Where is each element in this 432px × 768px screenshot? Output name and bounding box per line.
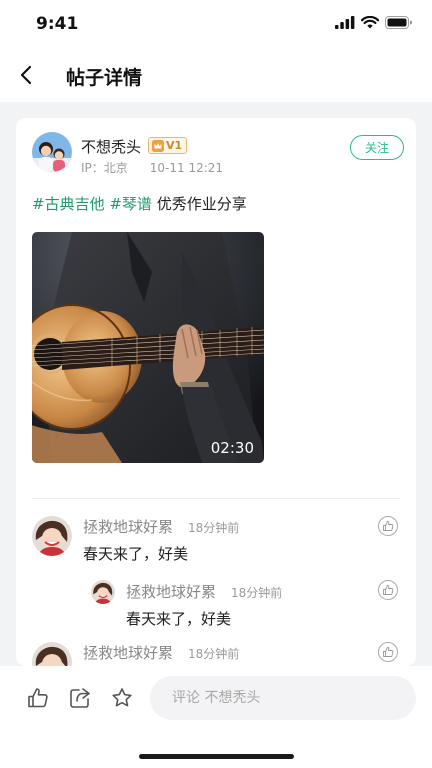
comment-text: 春天来了，好美	[126, 610, 232, 628]
thumbs-up-icon	[28, 688, 48, 708]
commenter-avatar[interactable]	[32, 642, 72, 666]
thumbs-up-icon	[383, 521, 394, 531]
comment-text: 春天来了，好美	[83, 545, 189, 563]
thumbs-up-icon	[383, 647, 394, 657]
favorite-button[interactable]	[110, 686, 134, 710]
status-icons	[335, 16, 412, 29]
video-duration: 02:30	[210, 439, 254, 457]
back-arrow-icon	[20, 65, 32, 85]
comment-like-button[interactable]	[378, 580, 398, 600]
back-button[interactable]	[14, 63, 38, 87]
comment-time: 18分钟前	[188, 647, 240, 661]
guitar-video-thumbnail	[32, 232, 264, 463]
crown-badge-icon	[152, 139, 164, 152]
hashtag-classical-guitar[interactable]: #古典吉他	[32, 195, 105, 213]
bottom-action-bar	[0, 666, 432, 768]
comment-time: 18分钟前	[231, 586, 283, 600]
comment-time: 18分钟前	[188, 521, 240, 535]
post-meta: IP：北京 10-11 12:21	[81, 159, 223, 176]
post-card: 不想秃头 V1 IP：北京 10-11 12:21 关注 #古典吉他 #琴谱 优秀…	[16, 118, 416, 666]
battery-icon	[385, 16, 412, 29]
author-avatar[interactable]	[32, 132, 72, 172]
like-button[interactable]	[26, 686, 50, 710]
wifi-icon	[361, 16, 379, 29]
post-body-text: 优秀作业分享	[156, 195, 247, 213]
comment-like-button[interactable]	[378, 516, 398, 536]
commenter-name[interactable]: 拯救地球好累	[126, 581, 216, 602]
author-name[interactable]: 不想秃头	[81, 136, 141, 157]
commenter-avatar[interactable]	[91, 580, 115, 604]
follow-button[interactable]: 关注	[350, 135, 404, 160]
nav-bar: 帖子详情	[0, 48, 432, 102]
share-button[interactable]	[68, 686, 92, 710]
signal-icon	[335, 16, 355, 29]
comments-divider	[32, 498, 400, 499]
share-icon	[70, 688, 90, 708]
post-time: 10-11 12:21	[149, 161, 224, 175]
comment-like-button[interactable]	[378, 642, 398, 662]
status-bar: 9:41	[0, 0, 432, 48]
status-time: 9:41	[36, 14, 79, 34]
commenter-name[interactable]: 拯救地球好累	[83, 516, 173, 537]
commenter-name[interactable]: 拯救地球好累	[83, 642, 173, 663]
thumbs-up-icon	[383, 585, 394, 595]
video-player[interactable]: 02:30	[32, 232, 264, 463]
comment-input[interactable]	[150, 676, 416, 720]
home-indicator	[139, 754, 294, 759]
ip-location: IP：北京	[81, 161, 128, 175]
star-icon	[112, 688, 132, 707]
level-badge: V1	[148, 137, 188, 154]
page-title: 帖子详情	[66, 67, 143, 89]
commenter-avatar[interactable]	[32, 516, 72, 556]
post-text: #古典吉他 #琴谱 优秀作业分享	[32, 193, 247, 214]
hashtag-sheet-music[interactable]: #琴谱	[109, 195, 152, 213]
level-text: V1	[166, 139, 183, 152]
